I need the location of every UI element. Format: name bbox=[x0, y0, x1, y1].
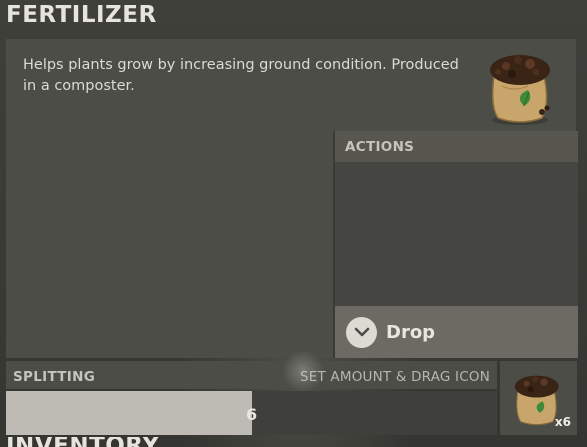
splitting-title: SPLITTING bbox=[13, 369, 96, 385]
item-title: FERTILIZER bbox=[6, 2, 157, 28]
drop-button[interactable]: Drop bbox=[335, 306, 578, 358]
split-amount-slider[interactable]: 6 bbox=[6, 391, 497, 435]
actions-header: ACTIONS bbox=[335, 131, 578, 162]
drag-ghost-icon bbox=[282, 350, 324, 392]
actions-panel: ACTIONS Drop bbox=[333, 131, 578, 358]
splitting-section: SPLITTING SET AMOUNT & DRAG ICON 6 bbox=[6, 361, 497, 435]
splitting-hint: SET AMOUNT & DRAG ICON bbox=[300, 369, 490, 385]
fertilizer-sack-icon bbox=[490, 55, 550, 125]
split-amount-fill bbox=[6, 391, 252, 435]
splitting-header: SPLITTING SET AMOUNT & DRAG ICON bbox=[6, 361, 497, 389]
chevron-down-icon bbox=[346, 316, 377, 348]
inventory-title: INVENTORY bbox=[6, 437, 206, 447]
drop-label: Drop bbox=[386, 321, 436, 343]
stack-count: x6 bbox=[554, 415, 571, 429]
split-amount-value: 6 bbox=[246, 405, 258, 424]
split-stack-slot[interactable]: x6 bbox=[500, 361, 577, 435]
inventory-section-title: INVENTORY bbox=[6, 437, 206, 447]
item-description: Helps plants grow by increasing ground c… bbox=[23, 57, 459, 94]
